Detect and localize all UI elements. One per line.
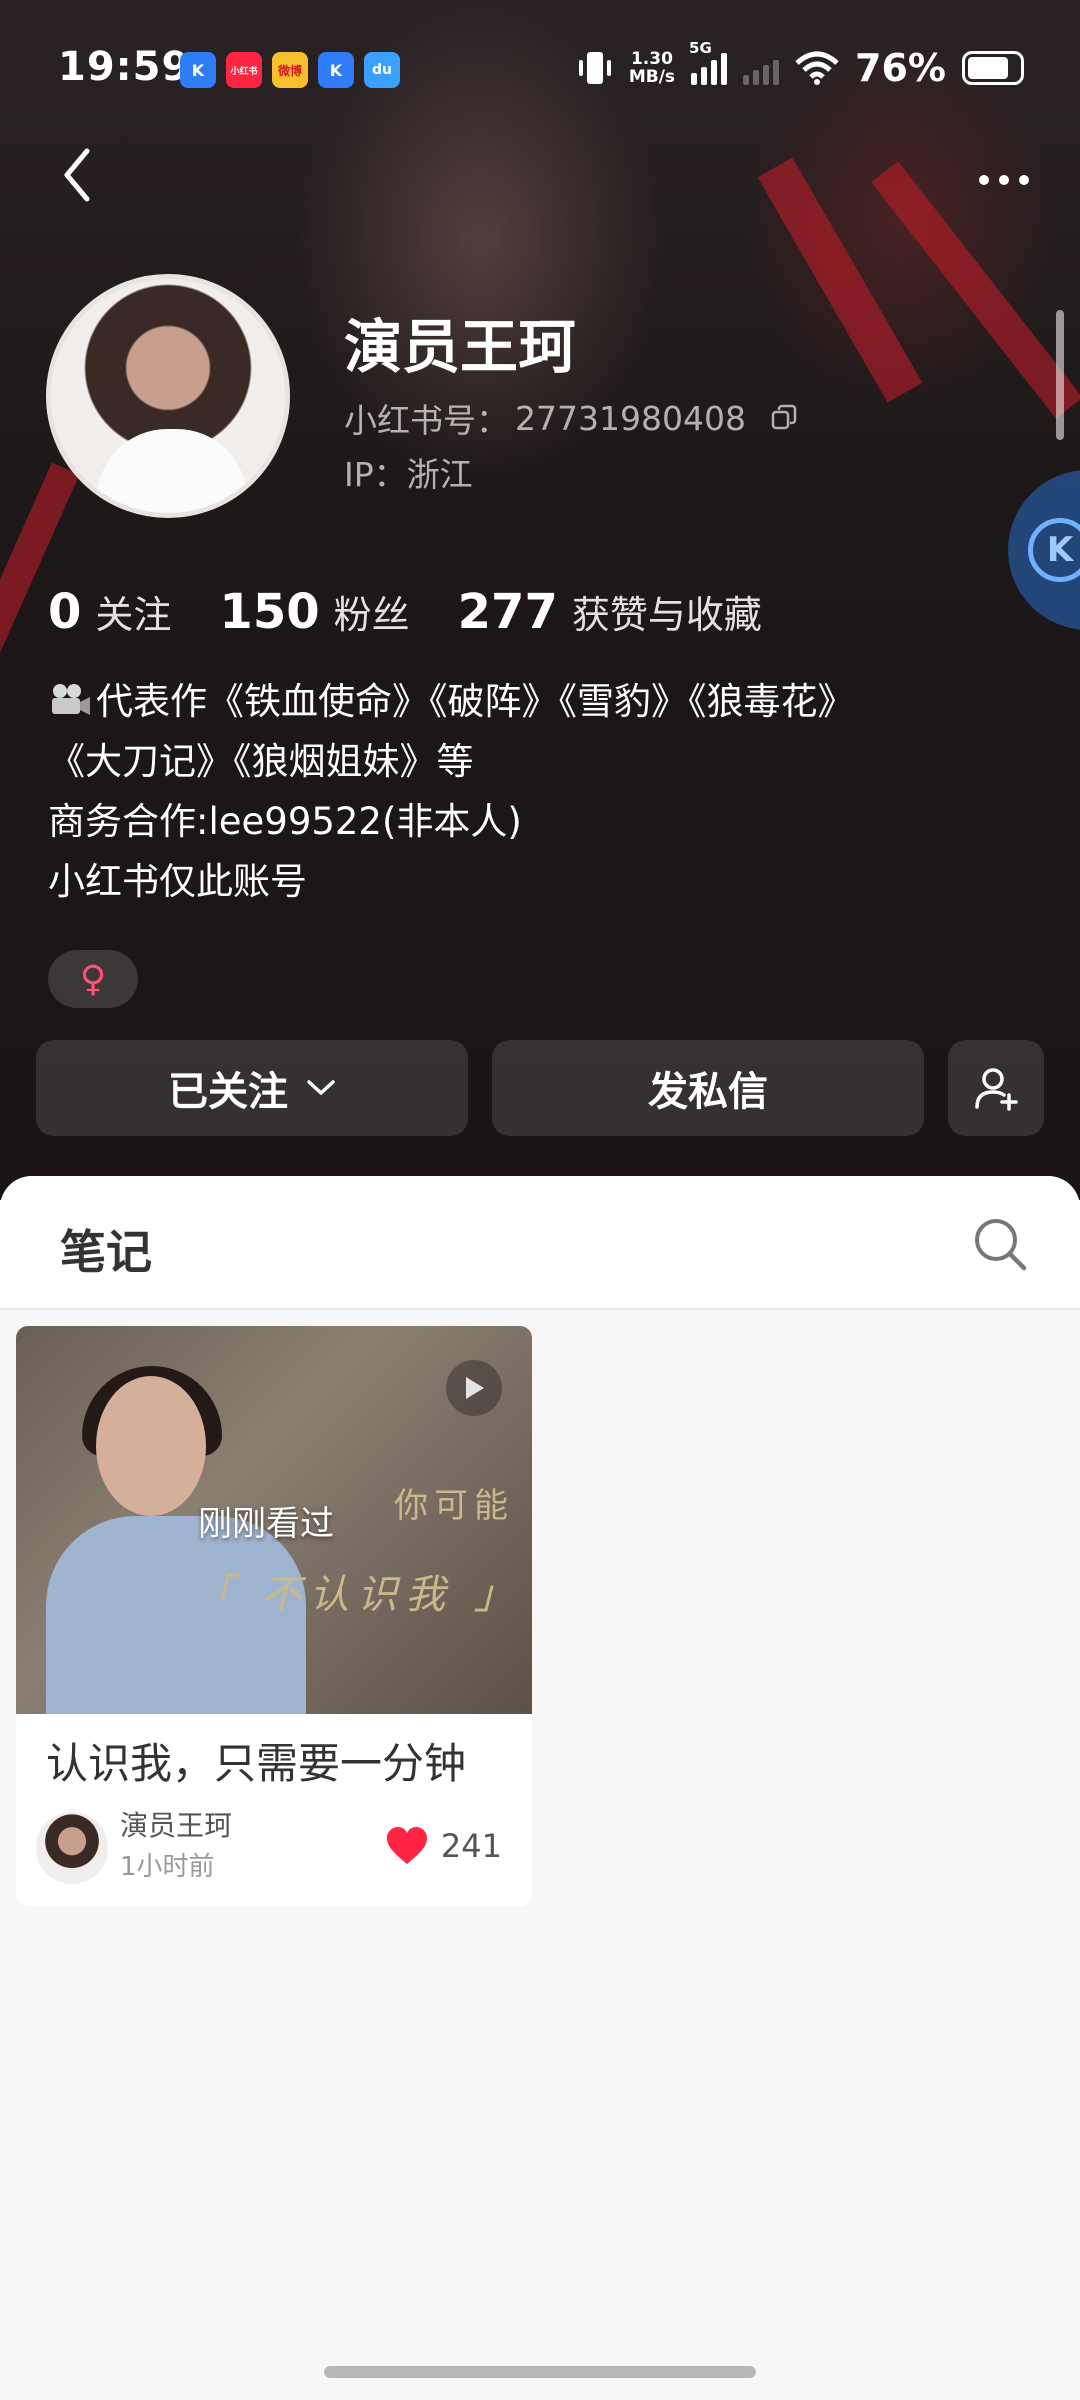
bio-line-1: 代表作《铁血使命》《破阵》《雪豹》《狼毒花》 <box>48 672 1048 732</box>
wifi-icon <box>795 51 839 85</box>
send-message-button[interactable]: 发私信 <box>492 1040 924 1136</box>
notes-panel: 笔记 刚刚看过 你可能 「 不认识我 」 认识我，只需要一分钟 演员王珂 1小时… <box>0 1176 1080 2400</box>
stat-following-label: 关注 <box>95 593 172 637</box>
profile-avatar[interactable] <box>46 274 290 518</box>
note-time: 1小时前 <box>120 1852 215 1882</box>
add-friend-button[interactable] <box>948 1040 1044 1136</box>
status-bar: 19:59 K 小红书 微博 K du 1.30 MB/s 5G 76% <box>0 0 1080 140</box>
stat-likes-collections[interactable]: 277 获赞与收藏 <box>458 584 762 640</box>
bio-line-1-text: 代表作《铁血使命》《破阵》《雪豹》《狼毒花》 <box>96 680 855 723</box>
cover-caption-top: 你可能 <box>394 1486 514 1526</box>
signal-bars-sim2-icon <box>743 51 780 85</box>
stat-followers-count: 150 <box>219 584 320 640</box>
battery-percent: 76% <box>855 46 946 90</box>
xiaohongshu-app-icon: 小红书 <box>226 52 262 88</box>
notes-tab-bar: 笔记 <box>0 1176 1080 1310</box>
note-likes-count: 241 <box>440 1827 502 1865</box>
note-likes[interactable]: 241 <box>385 1826 502 1866</box>
following-button[interactable]: 已关注 <box>36 1040 468 1136</box>
net-speed: 1.30 MB/s <box>629 50 675 86</box>
stat-likes-label: 获赞与收藏 <box>571 593 762 637</box>
note-cover-image: 刚刚看过 你可能 「 不认识我 」 <box>16 1326 532 1714</box>
note-author-avatar <box>36 1812 108 1884</box>
back-arrow-icon <box>64 148 90 202</box>
bio-line-2: 《大刀记》《狼烟姐妹》等 <box>48 740 474 783</box>
kuwo-app-icon: K <box>180 52 216 88</box>
profile-bio: 代表作《铁血使命》《破阵》《雪豹》《狼毒花》 《大刀记》《狼烟姐妹》等 商务合作… <box>48 672 1048 912</box>
cover-caption-bottom: 「 不认识我 」 <box>192 1572 522 1618</box>
stat-following-count: 0 <box>48 584 82 640</box>
xhs-id-row: 小红书号： 27731980408 <box>344 394 798 442</box>
net-speed-unit: MB/s <box>628 67 676 87</box>
note-card[interactable]: 刚刚看过 你可能 「 不认识我 」 认识我，只需要一分钟 演员王珂 1小时前 2… <box>16 1326 532 1906</box>
ip-location: IP：浙江 <box>344 455 473 494</box>
back-button[interactable] <box>46 140 106 210</box>
video-play-icon <box>446 1360 502 1416</box>
weibo-app-icon: 微博 <box>272 52 308 88</box>
stat-following[interactable]: 0 关注 <box>48 584 171 640</box>
gender-tag: ♀ <box>48 950 138 1008</box>
status-app-icons: K 小红书 微博 K du <box>180 52 400 88</box>
vibrate-icon <box>578 52 611 84</box>
bio-line-3: 商务合作:lee99522(非本人) <box>48 800 522 843</box>
kuwo-badge-icon: K <box>1028 518 1080 582</box>
network-type: 5G <box>689 39 712 57</box>
heart-icon <box>386 1827 427 1864</box>
bio-line-4: 小红书仅此账号 <box>48 860 307 903</box>
more-options-button[interactable] <box>964 150 1044 210</box>
send-message-label: 发私信 <box>648 1069 768 1115</box>
profile-actions: 已关注 发私信 <box>36 1040 1044 1136</box>
du-app-icon: du <box>364 52 400 88</box>
add-user-icon <box>975 1068 1018 1111</box>
copy-icon[interactable] <box>770 404 798 432</box>
home-indicator[interactable] <box>324 2366 756 2378</box>
movie-camera-icon <box>52 684 90 715</box>
stat-followers-label: 粉丝 <box>333 593 410 637</box>
more-dot-icon <box>979 175 989 185</box>
note-author-name: 演员王珂 <box>120 1809 233 1842</box>
status-time: 19:59 <box>58 44 191 90</box>
stat-followers[interactable]: 150 粉丝 <box>219 584 409 640</box>
scroll-indicator <box>1056 310 1064 440</box>
xhs-id-label: 小红书号： <box>344 401 509 440</box>
chevron-down-icon <box>307 1080 335 1095</box>
stat-likes-count: 277 <box>457 584 558 640</box>
profile-name: 演员王珂 <box>344 313 577 381</box>
cellular-5g: 5G <box>689 39 728 85</box>
status-indicators: 1.30 MB/s 5G 76% <box>577 39 1024 90</box>
tab-notes[interactable]: 笔记 <box>60 1216 152 1282</box>
note-title: 认识我，只需要一分钟 <box>46 1739 467 1788</box>
profile-stats: 0 关注 150 粉丝 277 获赞与收藏 <box>48 584 762 640</box>
battery-icon <box>962 51 1024 85</box>
following-label: 已关注 <box>168 1069 288 1115</box>
net-speed-value: 1.30 <box>630 49 673 69</box>
more-dot-icon <box>1019 175 1029 185</box>
search-icon[interactable] <box>970 1214 1030 1274</box>
female-icon: ♀ <box>79 958 107 1000</box>
just-viewed-label: 刚刚看过 <box>198 1504 334 1544</box>
xhs-id-value: 27731980408 <box>515 398 746 438</box>
kuwo-app-icon-2: K <box>318 52 354 88</box>
more-dot-icon <box>999 175 1009 185</box>
